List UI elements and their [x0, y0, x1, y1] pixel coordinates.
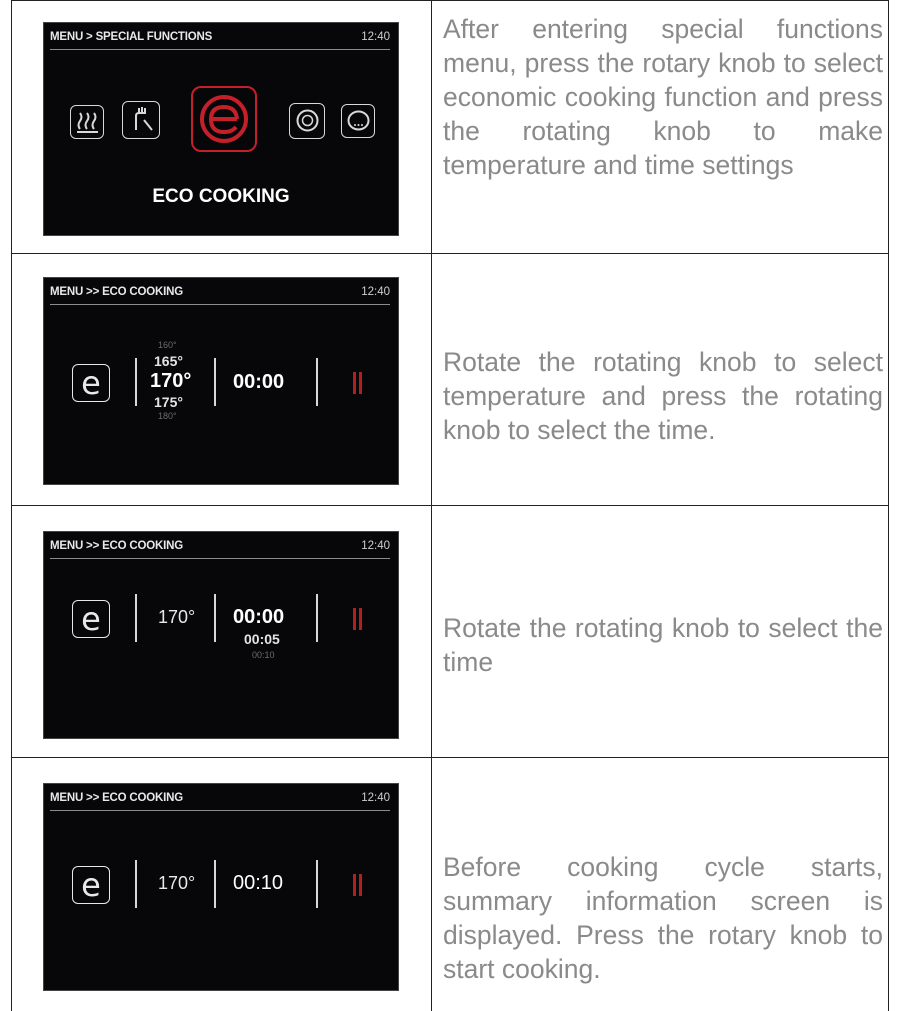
pause-icon [359, 874, 362, 896]
row-divider [11, 253, 889, 254]
steam-icon [70, 105, 104, 139]
row-divider [11, 757, 889, 758]
step-description: Before cooking cycle starts, summary inf… [443, 852, 883, 984]
column-divider [431, 0, 432, 1011]
eco-mode-icon: e [72, 866, 110, 904]
step-description: Rotate the rotating knob to select tempe… [443, 347, 883, 445]
more-icon [341, 104, 375, 138]
display-header-title: MENU > SPECIAL FUNCTIONS [50, 31, 213, 43]
separator [316, 358, 318, 406]
time-option: 00:10 [252, 650, 275, 660]
row-divider [11, 505, 889, 506]
time-option: 00:05 [244, 631, 280, 647]
eco-icon [191, 86, 257, 152]
separator [316, 594, 318, 642]
display-clock: 12:40 [361, 286, 390, 298]
eco-mode-icon: e [72, 600, 110, 638]
step-description: After entering special functions menu, p… [443, 14, 883, 180]
temperature-option: 175° [154, 394, 183, 410]
pause-icon [353, 874, 356, 896]
pause-icon [353, 608, 356, 630]
table-border-top [11, 0, 889, 1]
temperature-selected: 170° [150, 370, 192, 392]
display-clock: 12:40 [361, 792, 390, 804]
hand-cleaning-icon [122, 101, 160, 139]
temperature-option: 180° [158, 411, 177, 421]
oven-display-special-functions: MENU > SPECIAL FUNCTIONS 12:40 ECO COOKI… [43, 22, 399, 236]
time-selected: 00:00 [233, 606, 285, 628]
display-header-title: MENU >> ECO COOKING [50, 286, 183, 298]
separator [214, 860, 216, 908]
display-header-rule [50, 304, 390, 305]
separator [316, 860, 318, 908]
display-header-rule [50, 810, 390, 811]
display-header-rule [50, 558, 390, 559]
temperature-option: 160° [158, 340, 177, 350]
display-header-title: MENU >> ECO COOKING [50, 792, 183, 804]
temperature-value: 170° [158, 607, 196, 627]
separator [214, 358, 216, 406]
defrost-icon [289, 103, 325, 139]
separator [135, 594, 137, 642]
separator [135, 358, 137, 406]
display-header-rule [50, 49, 390, 50]
time-value: 00:10 [233, 872, 284, 894]
separator [135, 860, 137, 908]
pause-icon [359, 608, 362, 630]
separator [214, 594, 216, 642]
oven-display-temperature-select: MENU >> ECO COOKING 12:40 e 160° 165° 17… [43, 277, 399, 485]
oven-display-time-select: MENU >> ECO COOKING 12:40 e 170° 00:00 0… [43, 531, 399, 739]
display-clock: 12:40 [361, 31, 390, 43]
step-description: Rotate the rotating knob to select the t… [443, 613, 883, 677]
oven-display-summary: MENU >> ECO COOKING 12:40 e 170° 00:10 [43, 783, 399, 991]
temperature-option: 165° [154, 353, 183, 369]
time-value: 00:00 [233, 371, 285, 393]
display-clock: 12:40 [361, 540, 390, 552]
display-header-title: MENU >> ECO COOKING [50, 540, 183, 552]
selected-function-label: ECO COOKING [152, 186, 290, 207]
pause-icon [359, 372, 362, 394]
pause-icon [353, 372, 356, 394]
temperature-value: 170° [158, 873, 196, 893]
eco-mode-icon: e [72, 364, 110, 402]
